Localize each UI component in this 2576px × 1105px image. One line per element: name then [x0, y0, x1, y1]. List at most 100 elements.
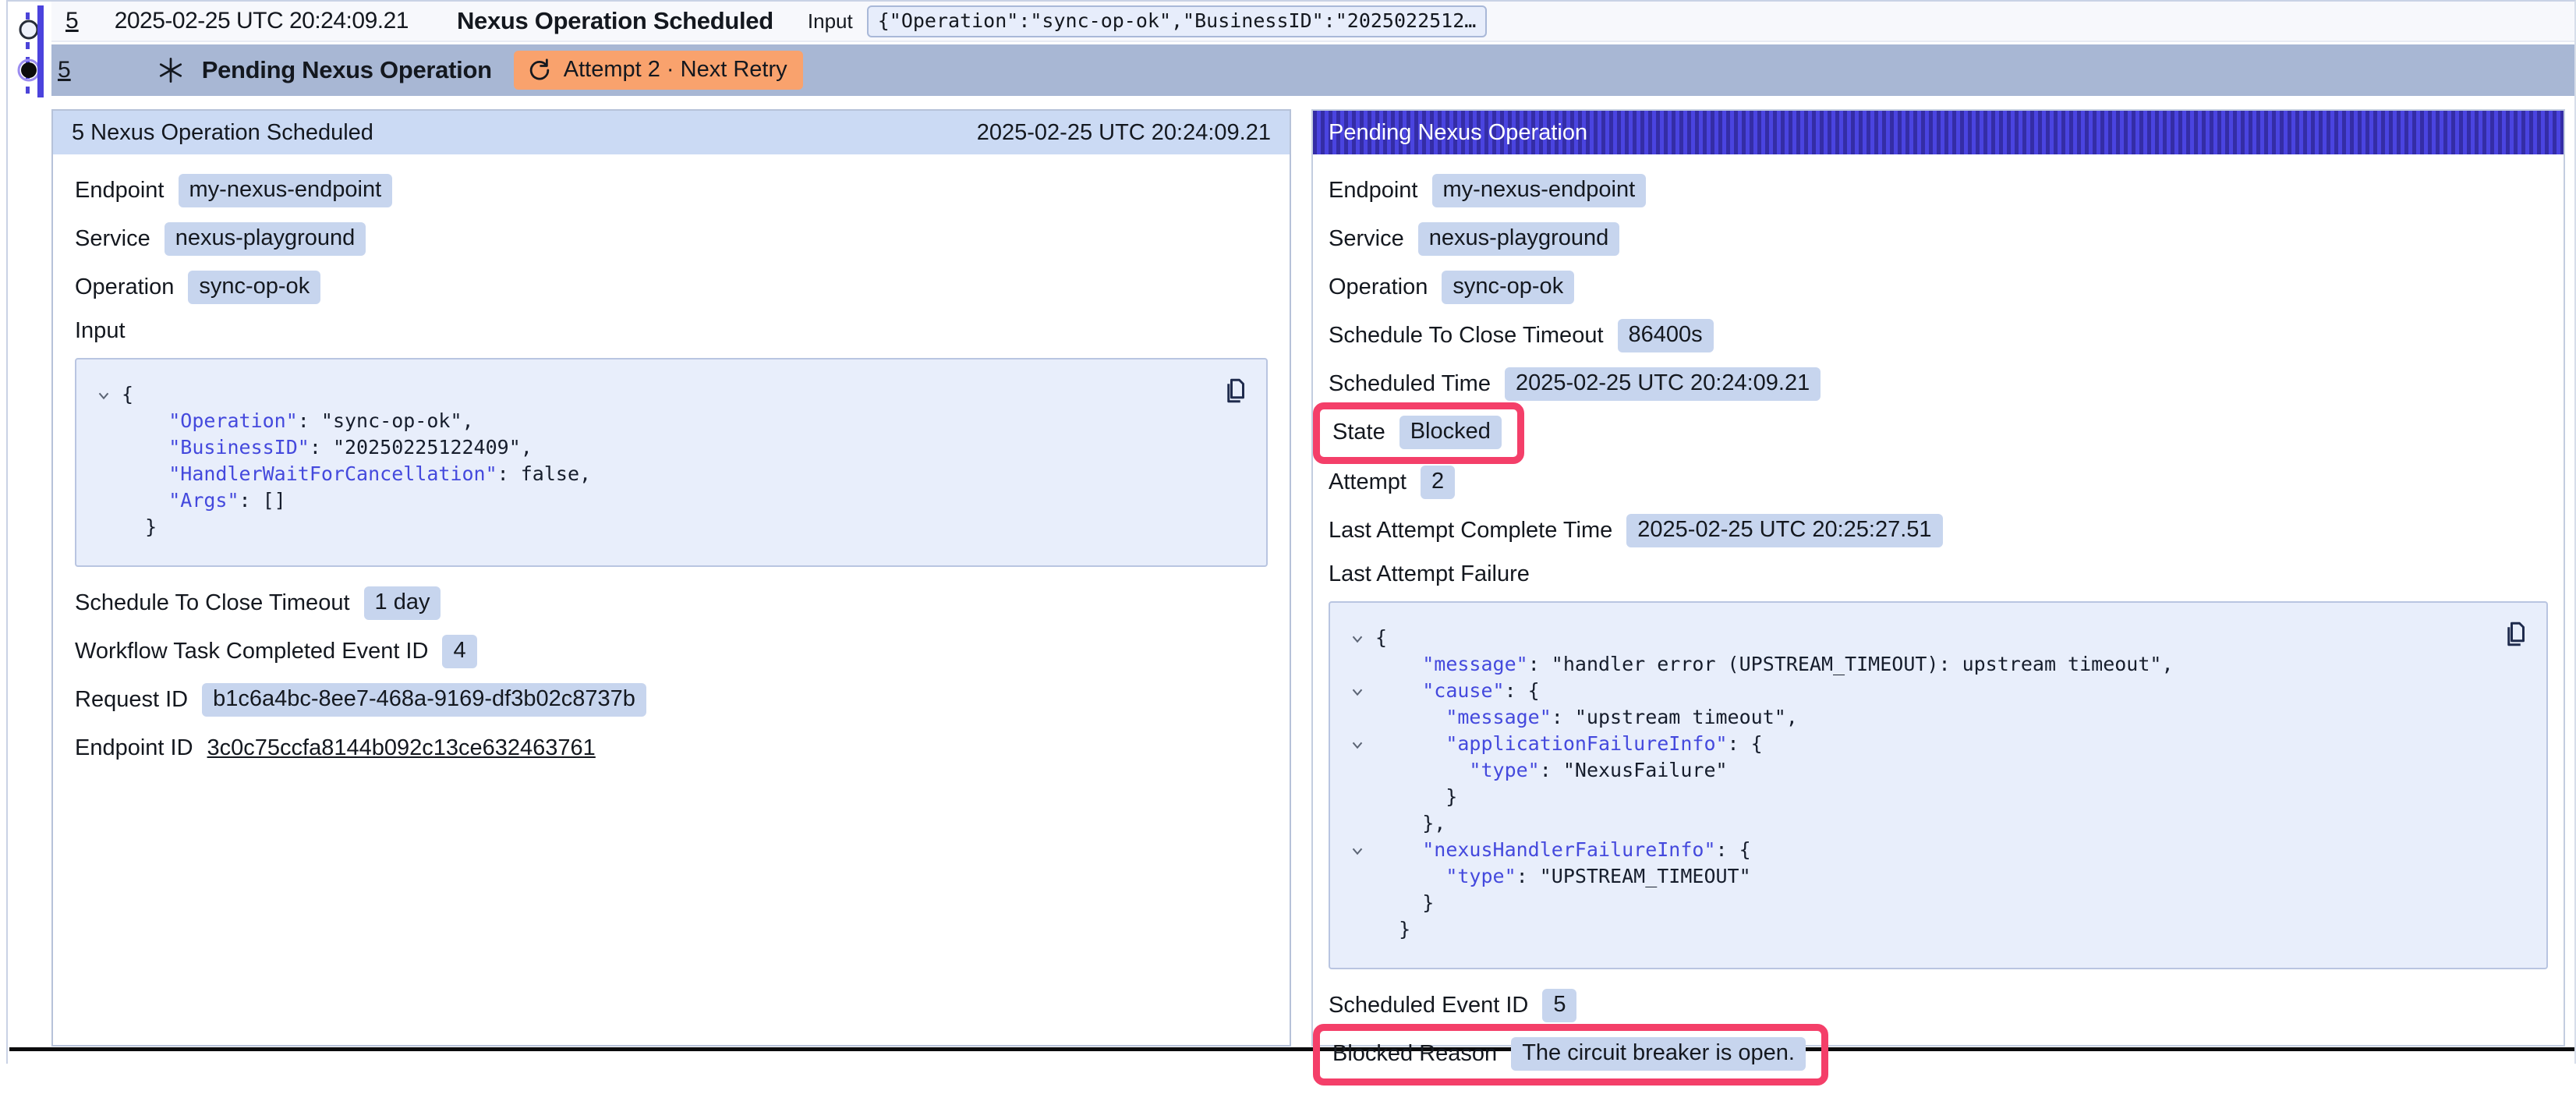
collapse-chevron-icon[interactable] [1339, 837, 1375, 863]
code-text: "BusinessID": "20250225122409", [122, 434, 533, 461]
scheduled-panel-body: Endpointmy-nexus-endpointServicenexus-pl… [53, 154, 1290, 798]
panel-title: 5 Nexus Operation Scheduled [72, 120, 373, 146]
annotation-highlight-box: Blocked ReasonThe circuit breaker is ope… [1313, 1024, 1828, 1086]
field-label: Operation [1329, 274, 1428, 300]
pending-panel-header: Pending Nexus Operation [1313, 111, 2564, 154]
field-label: Schedule To Close Timeout [75, 590, 350, 616]
code-lines: { "Operation": "sync-op-ok", "BusinessID… [86, 381, 1196, 540]
code-gutter [86, 514, 122, 540]
open-circle-icon [18, 19, 40, 44]
code-line: "applicationFailureInfo": { [1339, 731, 2476, 757]
field-value: b1c6a4bc-8ee7-468a-9169-df3b02c8737b [202, 683, 646, 717]
code-line: "message": "handler error (UPSTREAM_TIME… [1339, 651, 2476, 678]
code-gutter [86, 434, 122, 461]
field-label: Scheduled Event ID [1329, 993, 1528, 1018]
code-text: }, [1375, 810, 1445, 837]
code-line: } [1339, 890, 2476, 916]
field-label: Schedule To Close Timeout [1329, 323, 1604, 349]
field-value: 86400s [1618, 319, 1714, 352]
fields-top: Endpointmy-nexus-endpointServicenexus-pl… [75, 173, 1268, 305]
field-attempt: Attempt 2 [1329, 465, 2548, 500]
code-line: } [1339, 916, 2476, 943]
event-history-list: 5 2025-02-25 UTC 20:24:09.21 Nexus Opera… [8, 2, 2574, 96]
code-line: "cause": { [1339, 678, 2476, 704]
field-scheduled-time: Scheduled Time2025-02-25 UTC 20:24:09.21 [1329, 367, 2548, 402]
code-gutter [86, 461, 122, 487]
code-gutter [1339, 784, 1375, 810]
code-text: "message": "upstream timeout", [1375, 704, 1798, 731]
field-value: sync-op-ok [188, 271, 320, 304]
annotation-highlight-box: StateBlocked [1313, 402, 1524, 464]
event-id-link[interactable]: 5 [65, 8, 79, 34]
code-lines: { "message": "handler error (UPSTREAM_TI… [1339, 625, 2476, 943]
copy-button[interactable] [2495, 615, 2532, 653]
field-value: 2 [1421, 466, 1455, 499]
field-label: State [1332, 420, 1385, 445]
field-endpoint-id: Endpoint ID3c0c75ccfa8144b092c13ce632463… [75, 731, 1268, 766]
event-id-link[interactable]: 5 [58, 57, 71, 83]
timeline-gutter [8, 2, 51, 103]
collapse-chevron-icon[interactable] [1339, 625, 1375, 651]
fields-bottom: Schedule To Close Timeout 1 day Workflow T… [75, 586, 1268, 766]
field-value: nexus-playground [165, 222, 366, 256]
fields-top: Endpoint my-nexus-endpoint Servicenexus-pl… [1329, 173, 2548, 548]
field-label: Attempt [1329, 469, 1407, 495]
field-blocked-reason: Blocked ReasonThe circuit breaker is ope… [1329, 1036, 2548, 1073]
code-text: "message": "handler error (UPSTREAM_TIME… [1375, 651, 2174, 678]
collapse-chevron-icon[interactable] [86, 381, 122, 408]
field-request-id: Request ID b1c6a4bc-8ee7-468a-9169-df3b02… [75, 682, 1268, 717]
panel-timestamp: 2025-02-25 UTC 20:24:09.21 [977, 120, 1271, 146]
collapse-chevron-icon[interactable] [1339, 731, 1375, 757]
code-line: "type": "UPSTREAM_TIMEOUT" [1339, 863, 2476, 890]
code-line: "type": "NexusFailure" [1339, 757, 2476, 784]
collapse-chevron-icon[interactable] [1339, 678, 1375, 704]
code-line: } [86, 514, 1196, 540]
field-label: Blocked Reason [1332, 1041, 1497, 1067]
code-line: }, [1339, 810, 2476, 837]
pending-panel-body: Endpoint my-nexus-endpoint Servicenexus-pl… [1313, 154, 2564, 1105]
event-details: 5 Nexus Operation Scheduled 2025-02-25 U… [8, 96, 2574, 1047]
field-value: my-nexus-endpoint [179, 174, 393, 207]
field-scheduled-event-id: Scheduled Event ID 5 [1329, 988, 2548, 1023]
field-schedule-to-close-timeout: Schedule To Close Timeout 1 day [75, 586, 1268, 621]
copy-button[interactable] [1215, 372, 1252, 409]
field-label: Operation [75, 274, 174, 300]
code-gutter [86, 487, 122, 514]
field-value: sync-op-ok [1442, 271, 1574, 304]
field-operation: Operation sync-op-ok [75, 270, 1268, 305]
field-label: Scheduled Time [1329, 371, 1491, 397]
field-service: Servicenexus-playground [1329, 221, 2548, 257]
field-value: my-nexus-endpoint [1432, 174, 1647, 207]
code-gutter [1339, 863, 1375, 890]
input-preview-chip[interactable]: {"Operation":"sync-op-ok","BusinessID":"… [867, 5, 1488, 37]
code-text: "nexusHandlerFailureInfo": { [1375, 837, 1751, 863]
code-line: } [1339, 784, 2476, 810]
field-service: Servicenexus-playground [75, 221, 1268, 257]
code-line: "nexusHandlerFailureInfo": { [1339, 837, 2476, 863]
event-timestamp: 2025-02-25 UTC 20:24:09.21 [115, 8, 409, 34]
field-value: nexus-playground [1418, 222, 1620, 256]
fields-bottom: Scheduled Event ID 5 Blocked ReasonThe cir… [1329, 988, 2548, 1073]
code-gutter [1339, 890, 1375, 916]
field-value: 5 [1542, 989, 1576, 1022]
field-last-attempt-complete-time: Last Attempt Complete Time2025-02-25 UTC… [1329, 513, 2548, 548]
event-row-scheduled[interactable]: 5 2025-02-25 UTC 20:24:09.21 Nexus Opera… [51, 2, 2574, 42]
code-text: "Args": [] [122, 487, 286, 514]
code-text: { [122, 381, 133, 408]
history-bottom-divider [9, 1047, 2574, 1051]
event-name: Pending Nexus Operation [202, 56, 492, 84]
field-workflow-task-completed-event-id: Workflow Task Completed Event ID4 [75, 634, 1268, 669]
code-line: "message": "upstream timeout", [1339, 704, 2476, 731]
field-label: Request ID [75, 687, 188, 713]
field-value[interactable]: 3c0c75ccfa8144b092c13ce632463761 [207, 735, 596, 761]
field-value: 2025-02-25 UTC 20:25:27.51 [1626, 514, 1942, 547]
code-line: "Args": [] [86, 487, 1196, 514]
event-row-pending[interactable]: 5 Pending Nexus Operation Attempt 2 · Ne… [51, 44, 2574, 96]
code-gutter [86, 408, 122, 434]
code-gutter [1339, 757, 1375, 784]
field-label: Endpoint [1329, 178, 1418, 204]
input-json-viewer: { "Operation": "sync-op-ok", "BusinessID… [75, 358, 1268, 567]
timeline-active-bar [37, 5, 44, 97]
field-schedule-to-close-timeout: Schedule To Close Timeout 86400s [1329, 318, 2548, 353]
field-value: 1 day [364, 586, 441, 620]
